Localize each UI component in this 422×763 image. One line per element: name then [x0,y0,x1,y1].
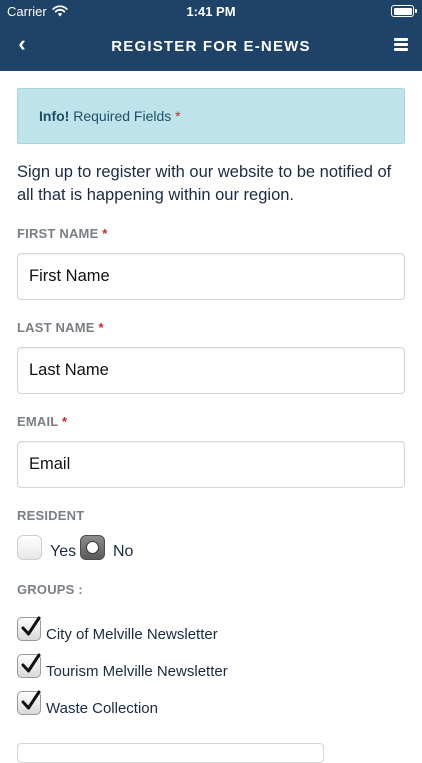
last-name-label-text: LAST NAME [17,320,95,335]
email-input[interactable] [17,441,405,488]
resident-no-radio[interactable] [80,535,105,560]
intro-text: Sign up to register with our website to … [17,163,392,204]
resident-label: RESIDENT [17,508,85,523]
last-name-label: LAST NAME * [17,320,104,335]
group-checkbox-city-newsletter[interactable] [17,616,41,641]
info-alert: Info! Required Fields * [17,88,405,144]
first-name-input[interactable] [17,253,405,300]
first-name-label: FIRST NAME * [17,226,108,241]
hamburger-menu-icon[interactable] [394,38,408,51]
nav-bar: ‹ REGISTER FOR E-NEWS [0,22,422,71]
checkmark-icon [21,616,41,636]
checkmark-icon [21,690,41,710]
required-mark: * [175,108,181,124]
resident-no-label[interactable]: No [113,543,133,561]
resident-yes-label[interactable]: Yes [50,543,76,561]
group-checkbox-tourism-newsletter[interactable] [17,653,41,678]
page-title: REGISTER FOR E-NEWS [111,38,311,55]
email-label-text: EMAIL [17,414,59,429]
group-label-tourism-newsletter[interactable]: Tourism Melville Newsletter [46,663,228,680]
status-bar: Carrier 1:41 PM [0,0,422,22]
resident-yes-radio[interactable] [17,535,42,560]
group-label-city-newsletter[interactable]: City of Melville Newsletter [46,626,218,643]
group-label-waste-collection[interactable]: Waste Collection [46,700,158,717]
info-alert-strong: Info! [39,108,70,124]
email-label: EMAIL * [17,414,67,429]
checkmark-icon [21,653,41,673]
group-checkbox-waste-collection[interactable] [17,690,41,715]
required-mark: * [102,226,108,241]
status-time: 1:41 PM [186,4,236,19]
last-name-input[interactable] [17,347,405,394]
partial-input-field[interactable] [17,743,324,763]
info-alert-text: Required Fields [73,108,172,124]
battery-icon [391,5,417,17]
required-mark: * [62,414,68,429]
required-mark: * [98,320,104,335]
first-name-label-text: FIRST NAME [17,226,99,241]
groups-label: GROUPS : [17,582,83,597]
